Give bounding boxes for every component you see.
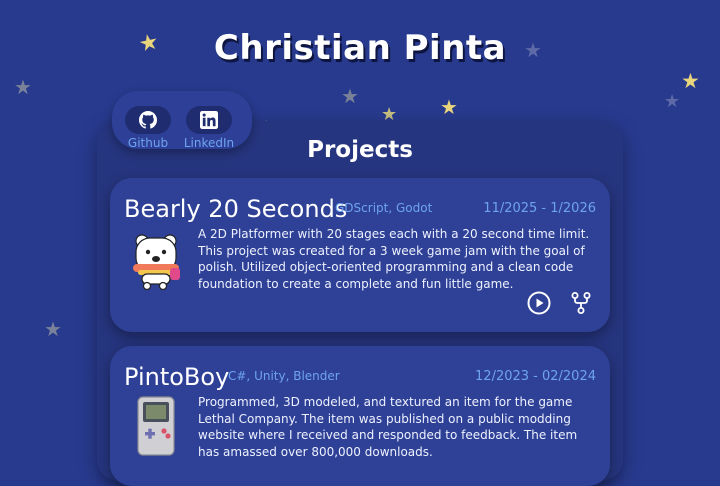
linkedin-label: LinkedIn — [183, 136, 235, 150]
project-thumbnail — [136, 396, 176, 460]
star-decoration: ★ — [664, 91, 681, 112]
fork-icon — [571, 292, 591, 314]
star-decoration: ★ — [440, 95, 458, 119]
play-button[interactable] — [526, 290, 552, 316]
page-title: Christian Pinta — [213, 28, 507, 68]
linkedin-link[interactable]: LinkedIn — [179, 106, 239, 150]
github-icon — [139, 111, 157, 129]
project-date: 11/2025 - 1/2026 — [483, 201, 596, 216]
star-decoration: ★ — [341, 84, 359, 108]
star-decoration: ★ — [44, 317, 62, 341]
project-description: Programmed, 3D modeled, and textured an … — [198, 395, 578, 459]
project-date: 12/2023 - 02/2024 — [475, 369, 596, 384]
linkedin-icon — [200, 111, 218, 129]
project-description: A 2D Platformer with 20 stages each with… — [198, 227, 590, 291]
github-label: Github — [127, 136, 169, 150]
project-card: Bearly 20 Seconds GDScript, Godot 11/202… — [110, 178, 610, 332]
star-decoration: ★ — [14, 75, 32, 99]
project-name: Bearly 20 Seconds — [124, 195, 348, 223]
source-code-button[interactable] — [568, 290, 594, 316]
github-link[interactable]: Github — [118, 106, 178, 150]
linkedin-icon-box — [186, 106, 232, 134]
project-name: PintoBoy — [124, 363, 230, 391]
project-tech: GDScript, Godot — [335, 201, 433, 215]
project-thumbnail — [130, 232, 182, 294]
project-card: PintoBoy C#, Unity, Blender 12/2023 - 02… — [110, 346, 610, 486]
project-tech: C#, Unity, Blender — [228, 369, 340, 383]
github-icon-box — [125, 106, 171, 134]
star-decoration: ★ — [681, 69, 700, 93]
handheld-console-icon — [137, 396, 175, 456]
bear-character-icon — [133, 234, 180, 291]
social-links: Github LinkedIn — [112, 91, 252, 150]
play-icon — [527, 291, 551, 315]
